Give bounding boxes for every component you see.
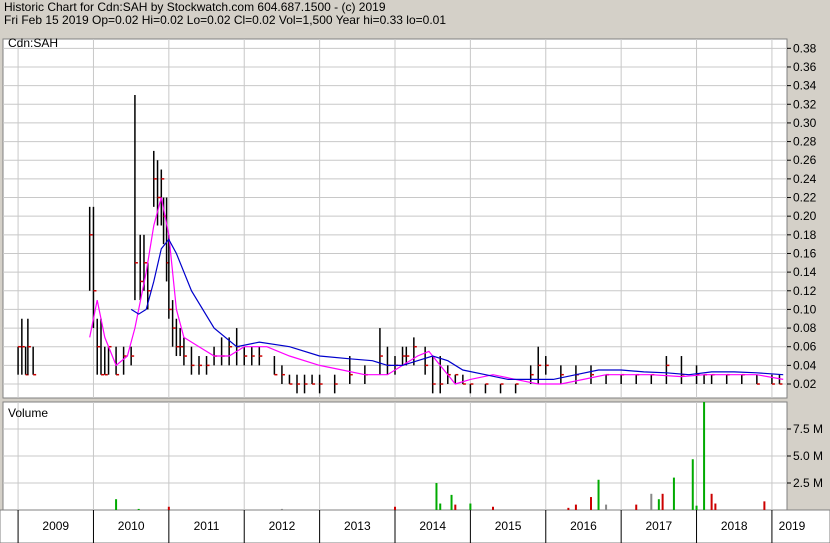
- y-tick-label: 0.26: [793, 153, 817, 167]
- y-tick-label: 0.20: [793, 209, 817, 223]
- y-tick-label: 0.38: [793, 41, 817, 55]
- x-tick-label: 2016: [570, 519, 597, 533]
- y-tick-label: 0.36: [793, 60, 817, 74]
- volume-tick-label: 2.5 M: [793, 476, 823, 490]
- y-tick-label: 0.02: [793, 377, 817, 391]
- y-tick-label: 0.14: [793, 265, 817, 279]
- volume-tick-label: 5.0 M: [793, 449, 823, 463]
- x-tick-label: 2013: [344, 519, 371, 533]
- chart-canvas: 2009 2010 2011 2012 2013 2014 2015 2016 2017 2018…: [0, 36, 830, 543]
- x-tick-label: 2018: [721, 519, 748, 533]
- x-tick-label: 2009: [42, 519, 69, 533]
- y-tick-label: 0.06: [793, 340, 817, 354]
- x-tick-label: 2012: [269, 519, 296, 533]
- y-tick-label: 0.10: [793, 302, 817, 316]
- y-tick-label: 0.32: [793, 97, 817, 111]
- y-tick-label: 0.12: [793, 284, 817, 298]
- y-tick-label: 0.34: [793, 79, 817, 93]
- y-tick-label: 0.22: [793, 191, 817, 205]
- y-tick-label: 0.24: [793, 172, 817, 186]
- y-tick-label: 0.18: [793, 228, 817, 242]
- price-chart-title: Cdn:SAH: [8, 36, 58, 50]
- x-tick-label: 2011: [194, 519, 220, 533]
- x-tick-label: 2014: [419, 519, 446, 533]
- y-tick-label: 0.16: [793, 246, 817, 260]
- y-tick-label: 0.08: [793, 321, 817, 335]
- x-tick-label: 2019: [779, 519, 806, 533]
- chart-window: Historic Chart for Cdn:SAH by Stockwatch…: [0, 0, 830, 543]
- x-tick-label: 2015: [495, 519, 522, 533]
- x-tick-label: 2017: [645, 519, 672, 533]
- y-tick-label: 0.28: [793, 135, 817, 149]
- volume-tick-label: 7.5 M: [793, 422, 823, 436]
- y-tick-label: 0.30: [793, 116, 817, 130]
- x-tick-label: 2010: [118, 519, 145, 533]
- volume-chart-title: Volume: [8, 406, 48, 420]
- y-tick-label: 0.04: [793, 358, 817, 372]
